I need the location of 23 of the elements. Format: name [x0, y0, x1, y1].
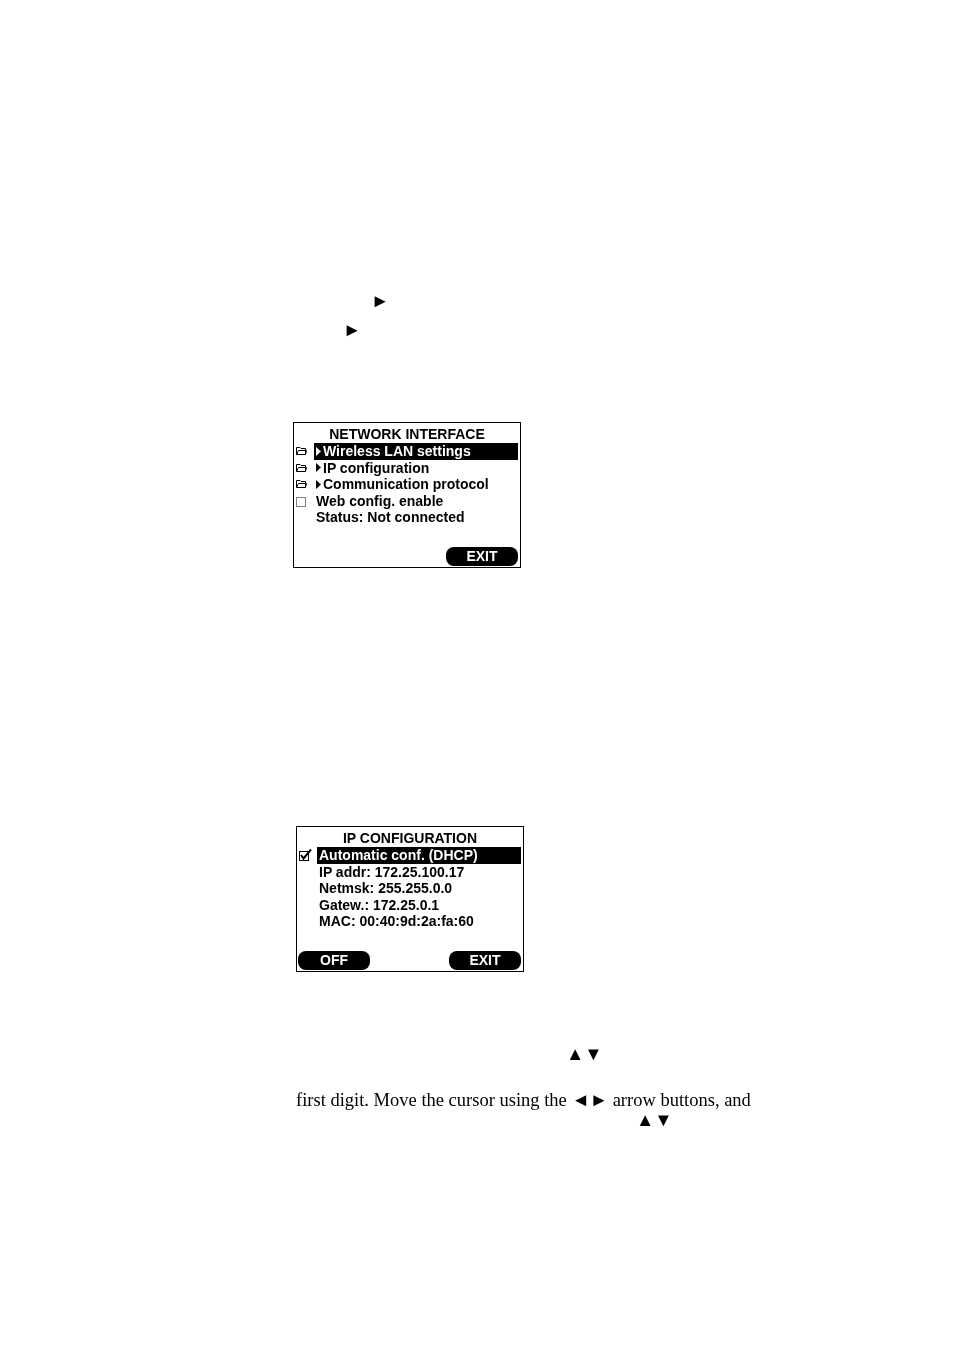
instruction-text: first digit. Move the cursor using the ◄► arrow buttons, and	[296, 1089, 751, 1111]
folder-icon	[296, 480, 307, 489]
menu-item[interactable]: Status: Not connected	[314, 509, 467, 526]
folder-icon	[296, 463, 307, 472]
screen-title: NETWORK INTERFACE	[329, 426, 485, 443]
softkey-button[interactable]: EXIT	[449, 951, 521, 970]
arrow-keys-symbol: ▲▼	[566, 1045, 603, 1063]
menu-item[interactable]: Communication protocol	[314, 476, 491, 493]
arrow-keys-symbol: ▲▼	[636, 1111, 673, 1129]
menu-item[interactable]: IP configuration	[314, 459, 432, 476]
menu-item[interactable]: MAC: 00:40:9d:2a:fa:60	[317, 913, 476, 930]
softkey-button[interactable]: OFF	[298, 951, 370, 970]
folder-icon	[296, 447, 307, 456]
menu-item[interactable]: Gatew.: 172.25.0.1	[317, 896, 442, 913]
right-arrow-symbol: ►	[343, 321, 362, 339]
screen-title: IP CONFIGURATION	[342, 830, 477, 847]
menu-item[interactable]: IP addr: 172.25.100.17	[317, 863, 467, 880]
menu-item[interactable]: Wireless LAN settings	[314, 442, 518, 460]
softkey-button[interactable]: EXIT	[446, 547, 518, 566]
menu-item[interactable]: Automatic conf. (DHCP)	[317, 846, 521, 864]
menu-item[interactable]: Web config. enable	[314, 492, 446, 509]
menu-item[interactable]: Netmsk: 255.255.0.0	[317, 880, 455, 897]
right-arrow-symbol: ►	[371, 292, 390, 310]
